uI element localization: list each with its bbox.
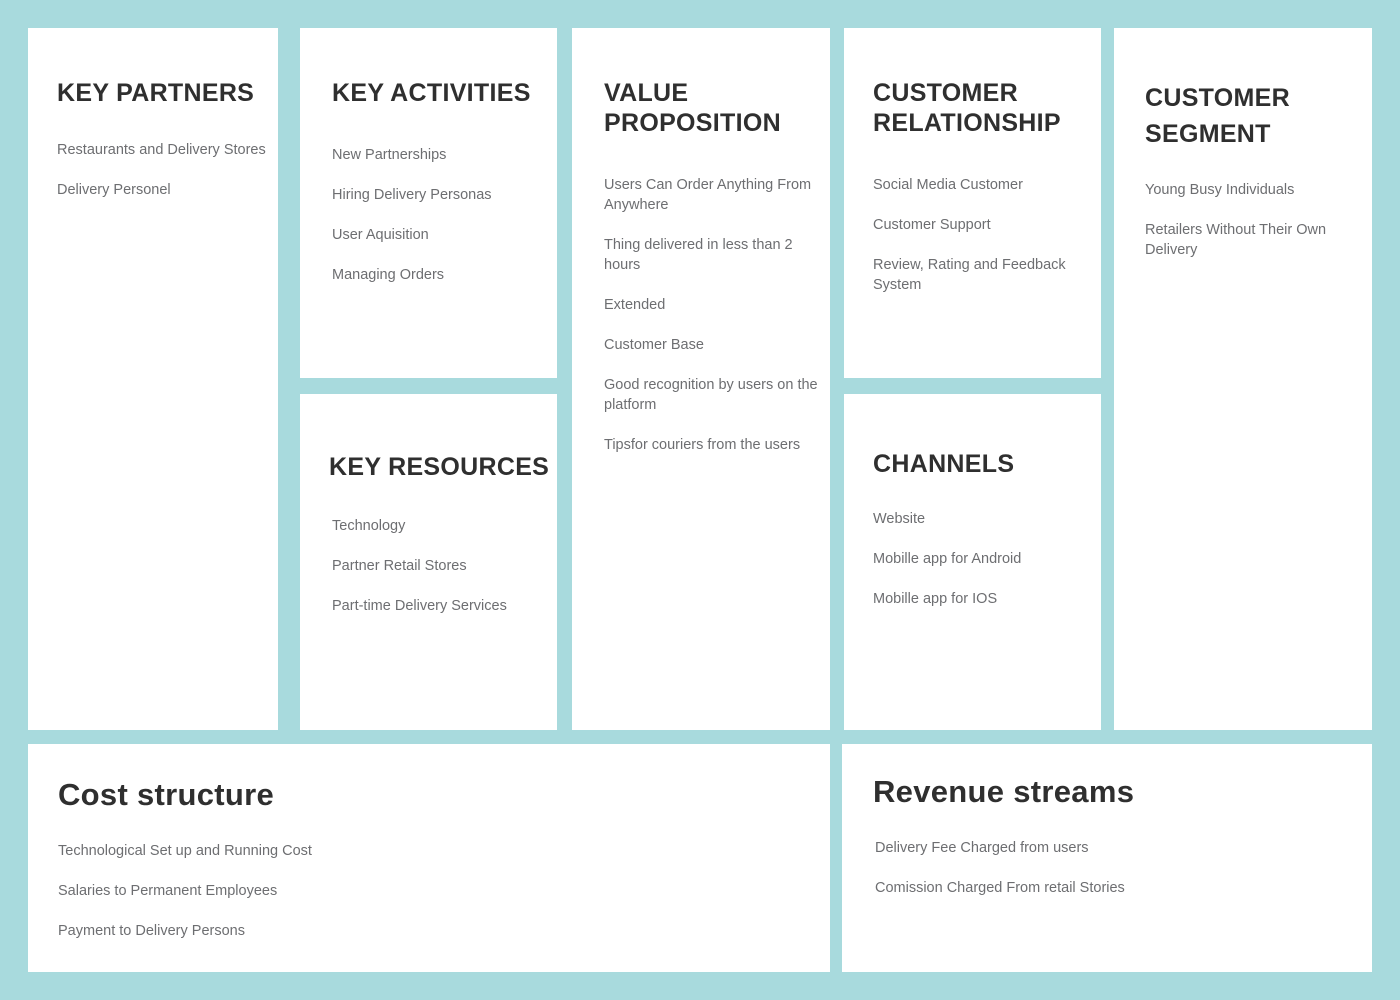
list-item: Delivery Personel: [57, 182, 171, 198]
list-item: Technological Set up and Running Cost: [58, 843, 312, 859]
list-item: Mobille app for Android: [873, 551, 1022, 567]
block-title-cost-structure: Cost structure: [58, 777, 275, 812]
list-item: Users Can Order Anything From Anywhere: [604, 177, 812, 213]
block-channels[interactable]: CHANNELS Website Mobille app for Android…: [844, 394, 1101, 730]
list-item: Payment to Delivery Persons: [58, 923, 245, 939]
block-title-value-proposition: VALUE PROPOSITION: [604, 79, 781, 137]
block-key-resources[interactable]: KEY RESOURCES Technology Partner Retail …: [300, 394, 557, 730]
list-item: Salaries to Permanent Employees: [58, 883, 278, 899]
list-item: Part-time Delivery Services: [332, 598, 507, 614]
list-item: New Partnerships: [332, 147, 447, 163]
list-item: Comission Charged From retail Stories: [875, 880, 1125, 896]
block-key-activities[interactable]: KEY ACTIVITIES New Partnerships Hiring D…: [300, 28, 557, 378]
block-key-partners[interactable]: KEY PARTNERS Restaurants and Delivery St…: [28, 28, 278, 730]
item-list-key-partners: Restaurants and Delivery Stores Delivery…: [57, 140, 278, 200]
block-title-key-activities: KEY ACTIVITIES: [332, 79, 531, 107]
block-value-proposition[interactable]: VALUE PROPOSITION Users Can Order Anythi…: [572, 28, 830, 730]
list-item: Social Media Customer: [873, 177, 1023, 193]
block-customer-relationship[interactable]: CUSTOMER RELATIONSHIP Social Media Custo…: [844, 28, 1101, 378]
business-model-canvas: KEY PARTNERS Restaurants and Delivery St…: [0, 0, 1400, 1000]
list-item: Extended: [604, 297, 666, 313]
item-list-revenue-streams: Delivery Fee Charged from users Comissio…: [875, 838, 1372, 898]
list-item: Good recognition by users on the platfor…: [604, 377, 818, 413]
item-list-value-proposition: Users Can Order Anything From Anywhere T…: [604, 175, 830, 455]
list-item: Young Busy Individuals: [1145, 182, 1295, 198]
list-item: Delivery Fee Charged from users: [875, 840, 1089, 856]
block-title-channels: CHANNELS: [873, 450, 1015, 478]
item-list-cost-structure: Technological Set up and Running Cost Sa…: [58, 841, 830, 941]
item-list-channels: Website Mobille app for Android Mobille …: [873, 509, 1101, 609]
list-item: Managing Orders: [332, 267, 445, 283]
item-list-key-activities: New Partnerships Hiring Delivery Persona…: [332, 145, 557, 285]
list-item: Technology: [332, 518, 406, 534]
list-item: Customer Support: [873, 217, 991, 233]
list-item: Review, Rating and Feedback System: [873, 257, 1066, 293]
list-item: Thing delivered in less than 2 hours: [604, 237, 793, 273]
block-title-revenue-streams: Revenue streams: [873, 774, 1135, 809]
list-item: User Aquisition: [332, 227, 429, 243]
block-cost-structure[interactable]: Cost structure Technological Set up and …: [28, 744, 830, 972]
item-list-customer-relationship: Social Media Customer Customer Support R…: [873, 175, 1101, 295]
item-list-key-resources: Technology Partner Retail Stores Part-ti…: [332, 516, 557, 616]
block-revenue-streams[interactable]: Revenue streams Delivery Fee Charged fro…: [842, 744, 1372, 972]
item-list-customer-segment: Young Busy Individuals Retailers Without…: [1145, 180, 1372, 260]
list-item: Retailers Without Their Own Delivery: [1145, 222, 1327, 258]
list-item: Hiring Delivery Personas: [332, 187, 492, 203]
block-title-customer-segment: CUSTOMER SEGMENT: [1145, 84, 1291, 148]
block-title-key-partners: KEY PARTNERS: [57, 79, 255, 107]
list-item: Tipsfor couriers from the users: [604, 437, 801, 453]
list-item: Partner Retail Stores: [332, 558, 467, 574]
block-title-customer-relationship: CUSTOMER RELATIONSHIP: [873, 79, 1061, 137]
list-item: Website: [873, 511, 926, 527]
list-item: Mobille app for IOS: [873, 591, 998, 607]
list-item: Customer Base: [604, 337, 704, 353]
block-customer-segment[interactable]: CUSTOMER SEGMENT Young Busy Individuals …: [1114, 28, 1372, 730]
list-item: Restaurants and Delivery Stores: [57, 142, 266, 158]
block-title-key-resources: KEY RESOURCES: [329, 453, 550, 481]
